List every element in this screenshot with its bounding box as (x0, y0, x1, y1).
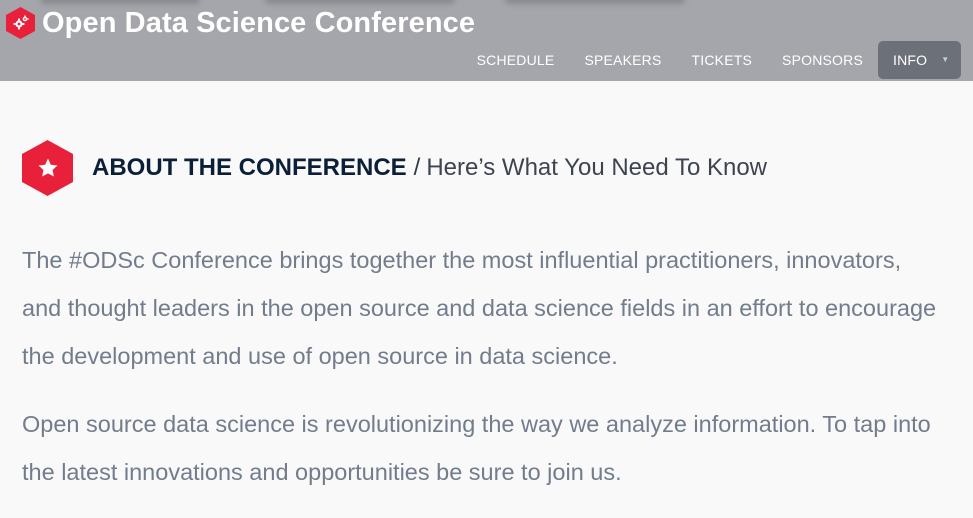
brand-title: Open Data Science Conference (42, 6, 476, 39)
site-header: Open Data Science Conference SCHEDULE SP… (0, 0, 973, 81)
nav-item-info-label: INFO (893, 52, 928, 68)
header-background-blur (505, 0, 685, 4)
section-heading: ABOUT THE CONFERENCE / Here’s What You N… (22, 140, 767, 196)
main-nav: SCHEDULE SPEAKERS TICKETS SPONSORS INFO … (462, 41, 961, 79)
brand-link[interactable]: Open Data Science Conference (6, 6, 475, 40)
star-icon (22, 140, 73, 196)
header-background-blur (40, 0, 200, 4)
caret-down-icon: ▼ (941, 55, 950, 64)
gears-icon (6, 7, 35, 39)
title-separator: / (413, 154, 421, 181)
nav-item-schedule[interactable]: SCHEDULE (462, 41, 570, 79)
header-background-blur (265, 0, 455, 4)
nav-item-info-dropdown[interactable]: INFO ▼ (878, 41, 961, 79)
nav-item-speakers[interactable]: SPEAKERS (569, 41, 676, 79)
intro-paragraph: The #ODSc Conference brings together the… (22, 247, 937, 369)
section-title: ABOUT THE CONFERENCE (92, 154, 407, 181)
nav-item-tickets[interactable]: TICKETS (677, 41, 768, 79)
section-subtitle: Here’s What You Need To Know (426, 154, 768, 181)
nav-item-sponsors[interactable]: SPONSORS (767, 41, 878, 79)
closing-paragraph: Open source data science is revolutioniz… (22, 411, 931, 485)
